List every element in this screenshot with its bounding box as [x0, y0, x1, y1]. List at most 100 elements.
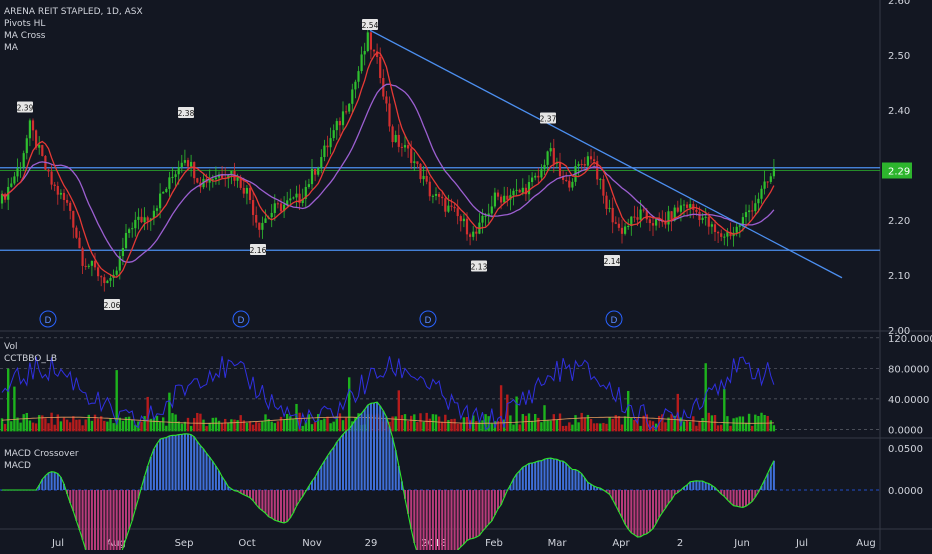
macd-histogram-bar — [345, 430, 348, 490]
macd-histogram-bar — [388, 426, 391, 490]
candle-body — [168, 177, 171, 189]
candle-body — [472, 231, 475, 237]
volume-bar — [574, 415, 577, 432]
volume-bar — [596, 423, 599, 432]
macd-histogram-bar — [658, 489, 661, 518]
candle-body — [403, 145, 407, 148]
legend-ma-cross[interactable]: MA Cross — [4, 30, 143, 42]
macd-histogram-bar — [531, 463, 534, 490]
candle-body — [769, 176, 772, 182]
volume-bar — [310, 424, 314, 432]
candle-body — [357, 71, 360, 82]
macd-histogram-bar — [425, 489, 428, 554]
volume-bar — [465, 416, 469, 432]
macd-histogram-bar — [466, 489, 468, 541]
volume-bar — [326, 416, 329, 432]
volume-bar — [165, 425, 168, 432]
candle-body — [707, 216, 710, 227]
macd-histogram-bar — [447, 489, 450, 554]
candle-body — [162, 191, 165, 194]
candle-body — [620, 227, 624, 234]
macd-histogram-bar — [168, 435, 171, 490]
candle-body — [47, 169, 50, 172]
candle-body — [611, 207, 614, 223]
macd-histogram-bar — [627, 489, 630, 530]
candle-body — [310, 168, 314, 185]
volume-bar — [31, 422, 35, 432]
macd-histogram-bar — [211, 461, 214, 490]
volume-bar — [47, 423, 50, 432]
volume-bar — [224, 418, 227, 432]
macd-histogram-bar — [645, 489, 648, 534]
volume-bar — [239, 415, 242, 432]
volume-bar — [543, 405, 546, 432]
macd-histogram-bar — [528, 463, 530, 490]
legend-cctbbo[interactable]: CCTBBO_LB — [4, 353, 57, 365]
macd-histogram-bar — [413, 489, 416, 544]
macd-histogram-bar — [729, 489, 732, 503]
legend-macd-crossover[interactable]: MACD Crossover — [4, 448, 79, 460]
macd-histogram-bar — [385, 416, 388, 490]
volume-bar — [276, 421, 280, 432]
candle-body — [248, 187, 252, 201]
macd-histogram-bar — [196, 441, 199, 490]
volume-bar — [75, 419, 78, 432]
candle-body — [84, 265, 87, 267]
volume-bar — [416, 422, 419, 432]
candle-body — [196, 178, 199, 183]
dividend-marker-label: D — [611, 316, 618, 326]
macd-histogram-bar — [193, 436, 196, 490]
candle-body — [735, 226, 738, 233]
volume-bar — [28, 420, 32, 432]
candle-body — [500, 196, 503, 203]
legend-macd[interactable]: MACD — [4, 460, 79, 472]
volume-bar — [162, 417, 165, 432]
candle-body — [360, 54, 363, 72]
legend-pivots[interactable]: Pivots HL — [4, 18, 143, 30]
macd-histogram-bar — [469, 489, 472, 539]
macd-histogram-bar — [177, 434, 180, 490]
candle-body — [397, 134, 400, 147]
volume-bar — [81, 425, 84, 432]
legend-vol[interactable]: Vol — [4, 341, 57, 353]
time-axis-label: 29 — [365, 538, 378, 549]
time-axis-label: Apr — [612, 538, 630, 549]
macd-histogram-bar — [84, 489, 87, 550]
candle-body — [171, 176, 174, 178]
volume-bar — [617, 416, 621, 432]
legend-ma[interactable]: MA — [4, 42, 143, 54]
volume-bar — [44, 418, 47, 432]
volume-bar — [701, 417, 704, 432]
candle-body — [565, 179, 568, 181]
candle-body — [605, 195, 608, 209]
candle-body — [655, 219, 658, 226]
chart-svg[interactable]: JulAugSepOctNov292018FebMarApr2JunJulAug… — [0, 0, 932, 554]
macd-histogram-bar — [103, 489, 106, 554]
candle-body — [757, 198, 760, 204]
volume-bar — [667, 417, 670, 432]
candle-body — [459, 216, 462, 222]
candle-body — [93, 260, 97, 268]
pivot-label-text: 2.06 — [104, 301, 121, 310]
macd-histogram-bar — [639, 489, 642, 537]
macd-histogram-bar — [245, 489, 248, 497]
macd-histogram-bar — [769, 466, 772, 490]
candle-body — [617, 223, 620, 228]
candle-body — [422, 175, 425, 180]
volume-bar — [255, 421, 258, 432]
pivot-label: 2.16 — [250, 244, 267, 255]
volume-bar — [261, 421, 264, 432]
volume-bar — [524, 415, 528, 432]
candle-body — [62, 192, 66, 200]
volume-bar — [431, 414, 435, 432]
candle-body — [490, 206, 493, 214]
volume-bar — [93, 414, 97, 432]
volume-bar — [744, 423, 748, 432]
candle-body — [165, 188, 168, 192]
volume-bar — [760, 412, 763, 432]
candle-body — [531, 177, 534, 183]
macd-histogram-bar — [152, 448, 155, 490]
macd-histogram-bar — [276, 489, 279, 522]
candle-body — [25, 138, 28, 154]
volume-bar — [670, 414, 673, 432]
